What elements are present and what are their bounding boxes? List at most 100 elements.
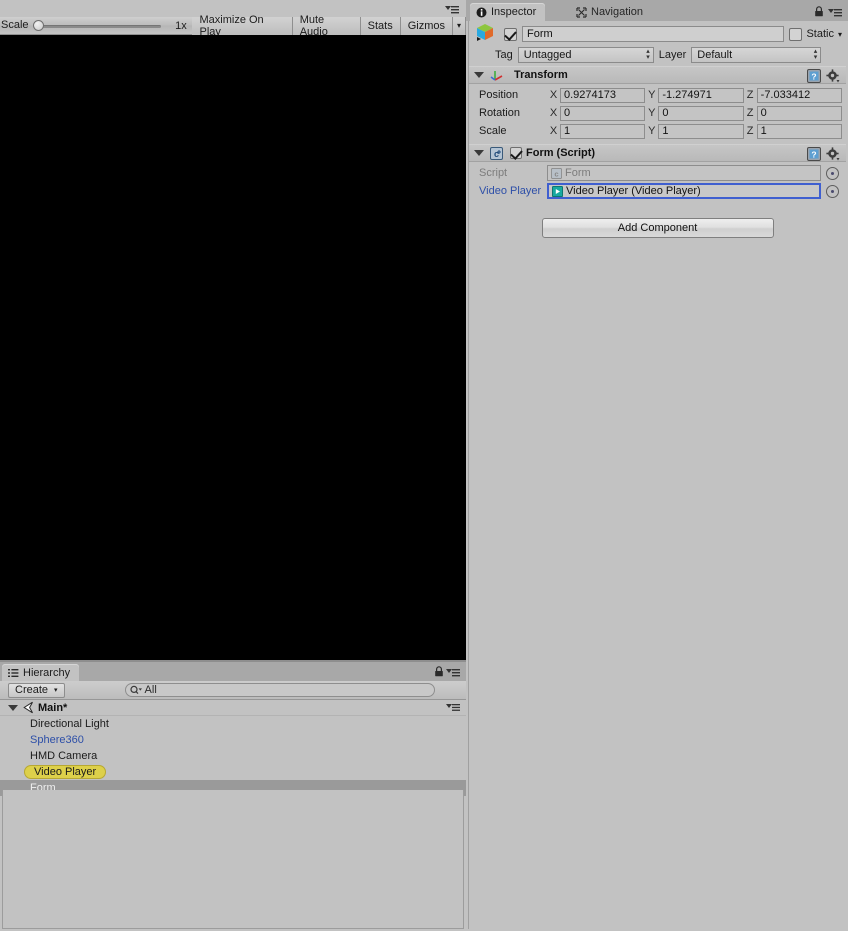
video-player-object-picker[interactable] [826, 184, 839, 198]
maximize-on-play-button[interactable]: Maximize On Play [192, 14, 293, 38]
search-input-value: All [144, 684, 157, 696]
svg-text:?: ? [811, 72, 816, 82]
axis-label-x: X [549, 107, 558, 119]
scale-z-field[interactable]: 1 [756, 123, 842, 139]
video-player-value: Video Player (Video Player) [566, 185, 701, 197]
create-button[interactable]: Create ▾ [8, 682, 65, 698]
position-z-field[interactable]: -7.033412 [756, 87, 842, 103]
video-player-row: Video Player Video Player (Video Player) [473, 182, 842, 200]
chevron-down-icon[interactable]: ▾ [838, 30, 842, 39]
rotation-z-value: 0 [760, 107, 767, 119]
panel-menu-icon[interactable] [827, 7, 843, 17]
gear-icon[interactable] [826, 147, 840, 161]
position-x-field[interactable]: 0.9274173 [560, 87, 646, 103]
transform-scale-row: Scale X 1 Y 1 Z 1 [473, 122, 842, 140]
component-title: Transform [514, 69, 568, 81]
axis-label-z: Z [746, 125, 754, 137]
video-player-icon [552, 185, 563, 197]
gameobject-header: Form Static ▾ Tag Untagged ▴ ▾ Layer Def… [469, 21, 846, 66]
hierarchy-item-label: HMD Camera [30, 750, 98, 762]
svg-text:c: c [494, 149, 499, 159]
inspector-tabbar: Inspector Navigation [466, 0, 848, 21]
search-input[interactable]: All [124, 683, 435, 697]
list-item[interactable]: Video Player [0, 764, 466, 780]
scale-label: Scale [1, 19, 29, 31]
add-component-button[interactable]: Add Component [541, 218, 774, 238]
script-row: Script c Form [473, 164, 842, 182]
tab-inspector[interactable]: Inspector [470, 3, 546, 21]
axis-label-x: X [549, 125, 558, 137]
game-view-panel: Scale 1x Maximize On Play Mute Audio Sta… [0, 0, 466, 662]
transform-position-row: Position X 0.9274173 Y -1.274971 Z -7.03… [473, 86, 842, 104]
hierarchy-scene-row[interactable]: Main* [0, 700, 466, 716]
tab-navigation[interactable]: Navigation [570, 3, 652, 21]
transform-axis-icon [490, 69, 504, 82]
foldout-icon[interactable] [474, 150, 484, 156]
stats-button[interactable]: Stats [360, 16, 401, 35]
scene-menu-icon[interactable] [445, 703, 461, 712]
scale-slider[interactable] [32, 17, 161, 34]
lock-icon[interactable] [434, 666, 444, 677]
inspector-body: Form Static ▾ Tag Untagged ▴ ▾ Layer Def… [468, 21, 846, 929]
tab-inspector-label: Inspector [491, 6, 537, 18]
scale-y-value: 1 [662, 125, 669, 137]
navigation-icon [576, 6, 587, 18]
component-header-form-script[interactable]: c Form (Script) ? [469, 144, 846, 162]
static-label: Static [806, 28, 834, 40]
mute-audio-button[interactable]: Mute Audio [292, 14, 361, 38]
gizmos-dropdown-arrow[interactable]: ▾ [452, 16, 466, 35]
hierarchy-item-label: Video Player [24, 765, 107, 779]
unity-editor-window: Scale 1x Maximize On Play Mute Audio Sta… [0, 0, 848, 931]
axis-label-y: Y [648, 89, 656, 101]
component-header-transform[interactable]: Transform ? [469, 66, 846, 84]
search-icon [129, 685, 143, 695]
layer-dropdown[interactable]: Default ▴ ▾ [691, 47, 822, 63]
cs-script-icon: c [490, 146, 503, 160]
gameobject-enabled-checkbox[interactable] [504, 27, 517, 41]
lock-icon[interactable] [814, 6, 824, 17]
help-icon[interactable]: ? [807, 69, 821, 83]
panel-menu-icon[interactable] [444, 4, 460, 14]
hierarchy-scene-name: Main* [38, 701, 68, 714]
tab-hierarchy[interactable]: Hierarchy [2, 664, 80, 681]
position-x-value: 0.9274173 [564, 89, 616, 101]
gameobject-name-value: Form [527, 28, 553, 40]
component-body-transform: Position X 0.9274173 Y -1.274971 Z -7.03… [469, 84, 846, 144]
tag-dropdown[interactable]: Untagged ▴ ▾ [517, 47, 654, 63]
tab-hierarchy-label: Hierarchy [23, 666, 71, 679]
script-object-field: c Form [547, 165, 821, 181]
rotation-x-field[interactable]: 0 [560, 105, 646, 121]
stepper-arrows-icon: ▴ ▾ [646, 48, 650, 61]
scale-y-field[interactable]: 1 [658, 123, 744, 139]
hierarchy-empty-area[interactable] [2, 790, 464, 929]
panel-menu-icon[interactable] [445, 667, 461, 677]
position-y-field[interactable]: -1.274971 [658, 87, 744, 103]
gear-icon[interactable] [826, 69, 840, 83]
hierarchy-list: Directional Light Sphere360 HMD Camera V… [0, 716, 466, 796]
list-item[interactable]: HMD Camera [0, 748, 466, 764]
scale-slider-knob[interactable] [32, 20, 44, 31]
hierarchy-icon [8, 668, 19, 678]
foldout-icon[interactable] [474, 72, 484, 78]
rotation-z-field[interactable]: 0 [756, 105, 842, 121]
help-icon[interactable]: ? [807, 147, 821, 161]
game-view-toolbar: Scale 1x Maximize On Play Mute Audio Sta… [0, 14, 466, 38]
scene-foldout-icon[interactable] [8, 704, 18, 711]
gameobject-name-field[interactable]: Form [522, 26, 785, 42]
list-item[interactable]: Sphere360 [0, 732, 466, 748]
inspector-panel: Inspector Navigation Form Static ▾ Tag U… [466, 0, 848, 931]
axis-label-z: Z [746, 107, 754, 119]
component-enabled-checkbox[interactable] [510, 147, 522, 159]
video-player-object-field[interactable]: Video Player (Video Player) [547, 183, 821, 199]
unity-scene-icon [22, 701, 35, 714]
game-view-canvas[interactable] [0, 35, 466, 660]
list-item[interactable]: Directional Light [0, 716, 466, 732]
static-checkbox[interactable] [789, 27, 803, 41]
position-z-value: -7.033412 [760, 89, 811, 101]
static-checkbox-group[interactable]: Static ▾ [789, 27, 842, 41]
gameobject-cube-icon[interactable] [475, 23, 497, 45]
gizmos-button[interactable]: Gizmos [400, 16, 453, 35]
rotation-y-field[interactable]: 0 [658, 105, 744, 121]
hierarchy-toolbar: Create ▾ All [0, 681, 466, 700]
scale-x-field[interactable]: 1 [560, 123, 646, 139]
